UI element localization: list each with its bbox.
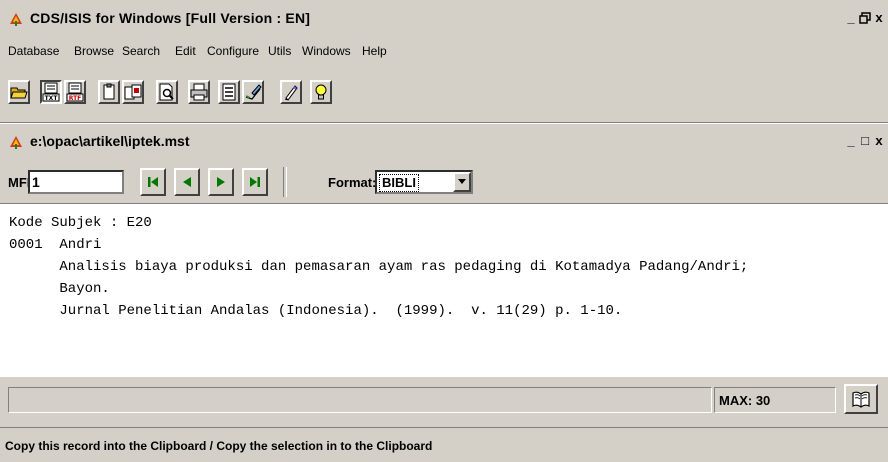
menu-configure[interactable]: Configure bbox=[207, 44, 259, 58]
copy-selection-button[interactable] bbox=[122, 80, 144, 104]
form-icon bbox=[222, 83, 236, 101]
statusbar: Copy this record into the Clipboard / Co… bbox=[0, 427, 888, 462]
mfn-input[interactable]: 1 bbox=[28, 170, 124, 194]
chevron-down-icon bbox=[458, 179, 466, 184]
svg-text:RTF: RTF bbox=[69, 95, 82, 102]
child-close-button[interactable]: x bbox=[872, 133, 886, 149]
isis-app-icon bbox=[10, 13, 22, 26]
child-window-titlebar[interactable]: e:\opac\artikel\iptek.mst _ □ x bbox=[0, 123, 888, 162]
book-button[interactable] bbox=[844, 384, 878, 414]
last-record-icon bbox=[250, 177, 260, 187]
menu-search[interactable]: Search bbox=[122, 44, 160, 58]
format-dropdown-button[interactable] bbox=[453, 172, 471, 192]
last-record-button[interactable] bbox=[242, 168, 268, 196]
export-txt-button[interactable]: TXT bbox=[40, 80, 62, 104]
menu-browse[interactable]: Browse bbox=[74, 44, 114, 58]
message-field bbox=[8, 387, 712, 413]
restore-icon bbox=[859, 12, 871, 24]
print-button[interactable] bbox=[188, 80, 210, 104]
toolbar: TXT RTF bbox=[0, 68, 888, 123]
child-maximize-button[interactable]: □ bbox=[858, 133, 872, 149]
app-titlebar[interactable]: CDS/ISIS for Windows [Full Version : EN]… bbox=[0, 0, 888, 38]
record-display[interactable]: Kode Subjek : E20 0001 Andri Analisis bi… bbox=[0, 203, 888, 379]
child-window-title: e:\opac\artikel\iptek.mst bbox=[30, 133, 190, 149]
menu-utils[interactable]: Utils bbox=[268, 44, 291, 58]
minimize-button[interactable]: _ bbox=[844, 10, 858, 26]
menu-database[interactable]: Database bbox=[8, 44, 59, 58]
format-selected-value: BIBLI bbox=[379, 174, 419, 192]
copy-clipboard-button[interactable] bbox=[98, 80, 120, 104]
export-rtf-button[interactable]: RTF bbox=[64, 80, 86, 104]
bottom-panel: MAX: 30 bbox=[0, 377, 888, 427]
worksheet-button[interactable] bbox=[218, 80, 240, 104]
isis-database-icon bbox=[10, 136, 22, 149]
previous-record-button[interactable] bbox=[174, 168, 200, 196]
book-icon bbox=[852, 391, 870, 408]
menu-windows[interactable]: Windows bbox=[302, 44, 351, 58]
pencil-button[interactable] bbox=[280, 80, 302, 104]
toolbar-divider bbox=[283, 167, 287, 197]
printer-icon bbox=[190, 83, 208, 101]
first-record-icon bbox=[148, 177, 158, 187]
menu-edit[interactable]: Edit bbox=[175, 44, 196, 58]
edit-record-button[interactable] bbox=[242, 80, 264, 104]
navigation-bar: MFN 1 Format: BIBLI bbox=[0, 161, 888, 203]
next-record-icon bbox=[217, 177, 225, 187]
tip-button[interactable] bbox=[310, 80, 332, 104]
previous-record-icon bbox=[183, 177, 191, 187]
export-txt-icon: TXT bbox=[42, 82, 60, 102]
clipboard-icon bbox=[103, 83, 115, 100]
restore-button[interactable] bbox=[858, 10, 872, 26]
format-select[interactable]: BIBLI bbox=[375, 170, 473, 194]
edit-record-icon bbox=[245, 84, 262, 100]
lightbulb-icon bbox=[315, 84, 327, 100]
menu-help[interactable]: Help bbox=[362, 44, 387, 58]
pencil-icon bbox=[285, 85, 298, 101]
record-text: Kode Subjek : E20 0001 Andri Analisis bi… bbox=[9, 215, 749, 319]
export-rtf-icon: RTF bbox=[66, 82, 84, 102]
menubar: Database Browse Search Edit Configure Ut… bbox=[0, 38, 888, 68]
max-mfn-field: MAX: 30 bbox=[714, 387, 836, 413]
next-record-button[interactable] bbox=[208, 168, 234, 196]
close-button[interactable]: x bbox=[872, 10, 886, 26]
svg-text:TXT: TXT bbox=[45, 95, 59, 102]
child-minimize-button[interactable]: _ bbox=[844, 133, 858, 149]
print-preview-button[interactable] bbox=[156, 80, 178, 104]
format-label: Format: bbox=[328, 175, 377, 190]
open-database-button[interactable] bbox=[8, 80, 30, 104]
copy-selection-icon bbox=[124, 84, 142, 100]
print-preview-icon bbox=[159, 83, 174, 101]
open-folder-icon bbox=[10, 87, 28, 99]
first-record-button[interactable] bbox=[140, 168, 166, 196]
statusbar-text: Copy this record into the Clipboard / Co… bbox=[5, 439, 433, 453]
app-title: CDS/ISIS for Windows [Full Version : EN] bbox=[30, 10, 311, 26]
